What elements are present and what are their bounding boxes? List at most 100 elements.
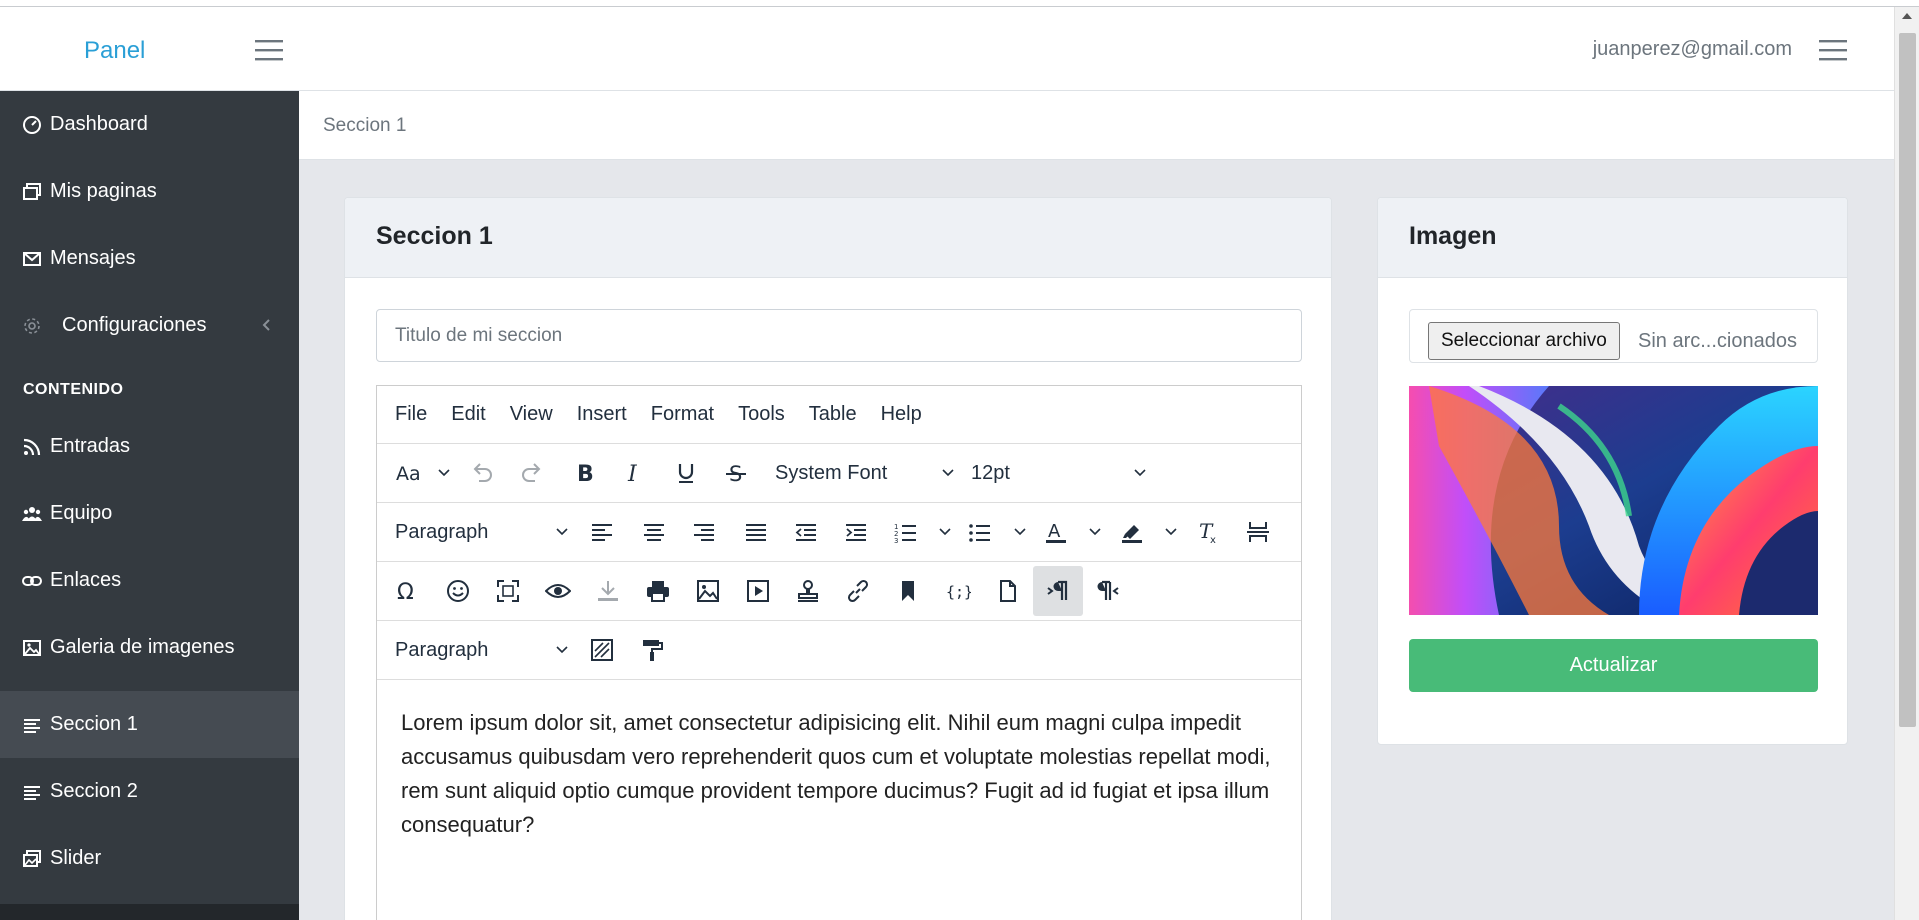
rtl-direction-button[interactable] xyxy=(1089,572,1127,610)
sidebar-item-entradas[interactable]: Entradas xyxy=(0,413,299,480)
bullet-list-icon xyxy=(969,524,990,542)
section-title-input[interactable] xyxy=(376,309,1302,362)
update-button[interactable]: Actualizar xyxy=(1409,639,1818,692)
block-format-value: Paragraph xyxy=(395,520,489,543)
menu-file[interactable]: File xyxy=(395,403,427,426)
align-center-button[interactable] xyxy=(635,513,673,551)
bullet-list-button[interactable] xyxy=(961,513,999,551)
sidebar-item-seccion-1[interactable]: Seccion 1 xyxy=(0,691,299,758)
chevron-down-icon[interactable] xyxy=(1013,525,1027,539)
sidebar-item-galeria[interactable]: Galeria de imagenes xyxy=(0,614,299,681)
sidebar-item-slider[interactable]: Slider xyxy=(0,825,299,892)
user-menu-button[interactable] xyxy=(1818,37,1848,63)
clear-formatting-button[interactable]: Tx xyxy=(1189,513,1227,551)
editor-content[interactable]: Lorem ipsum dolor sit, amet consectetur … xyxy=(401,706,1281,842)
menu-help[interactable]: Help xyxy=(881,403,922,426)
menu-insert[interactable]: Insert xyxy=(577,403,627,426)
insert-anchor-button[interactable] xyxy=(889,572,927,610)
chevron-down-icon[interactable] xyxy=(1164,525,1178,539)
undo-button[interactable] xyxy=(463,454,501,492)
brand-title[interactable]: Panel xyxy=(84,37,145,65)
sidebar-item-label: Entradas xyxy=(50,435,131,457)
align-justify-icon xyxy=(746,524,766,541)
font-family-select[interactable]: System Font xyxy=(775,454,955,492)
paragraph-ltr-icon xyxy=(1047,580,1068,600)
font-size-select[interactable]: 12pt xyxy=(971,454,1147,492)
italic-button[interactable]: I xyxy=(615,454,653,492)
file-input: Seleccionar archivo Sin arc...cionados xyxy=(1409,309,1818,363)
block-format-select-2[interactable]: Paragraph xyxy=(395,631,569,669)
align-right-button[interactable] xyxy=(685,513,723,551)
menu-tools[interactable]: Tools xyxy=(738,403,785,426)
images-icon xyxy=(22,849,42,869)
choose-file-button[interactable]: Seleccionar archivo xyxy=(1428,322,1620,360)
sidebar-item-label: Galeria de imagenes xyxy=(50,636,235,658)
block-format-value: Paragraph xyxy=(395,638,489,661)
menu-table[interactable]: Table xyxy=(809,403,857,426)
menu-format[interactable]: Format xyxy=(651,403,714,426)
sidebar-item-seccion-2[interactable]: Seccion 2 xyxy=(0,758,299,825)
user-email[interactable]: juanperez@gmail.com xyxy=(1593,38,1792,61)
chevron-down-icon[interactable] xyxy=(1088,525,1102,539)
scroll-up-arrow-icon[interactable] xyxy=(1902,13,1912,19)
strikethrough-button[interactable]: S xyxy=(717,454,755,492)
indent-button[interactable] xyxy=(837,513,875,551)
scroll-thumb[interactable] xyxy=(1899,33,1916,727)
editor-toolbar-row-4: Paragraph xyxy=(377,621,1301,680)
visual-blocks-button[interactable] xyxy=(583,631,621,669)
insert-template-button[interactable] xyxy=(789,572,827,610)
format-painter-button[interactable] xyxy=(633,631,671,669)
sidebar-item-mis-paginas[interactable]: Mis paginas xyxy=(0,158,299,225)
italic-icon: I xyxy=(627,462,638,486)
insert-media-button[interactable] xyxy=(739,572,777,610)
sidebar-item-configuraciones[interactable]: Configuraciones xyxy=(0,292,299,359)
special-character-button[interactable]: Ω xyxy=(389,572,427,610)
insert-link-button[interactable] xyxy=(839,572,877,610)
save-button[interactable] xyxy=(589,572,627,610)
align-left-button[interactable] xyxy=(583,513,621,551)
svg-text:3: 3 xyxy=(894,537,898,545)
highlight-color-button[interactable] xyxy=(1113,513,1151,551)
underline-button[interactable] xyxy=(667,454,705,492)
print-button[interactable] xyxy=(639,572,677,610)
sidebar-toggle-button[interactable] xyxy=(254,37,284,63)
menu-edit[interactable]: Edit xyxy=(451,403,485,426)
source-code-button[interactable]: {;} xyxy=(939,572,977,610)
fullscreen-button[interactable] xyxy=(489,572,527,610)
sidebar-item-equipo[interactable]: Equipo xyxy=(0,480,299,547)
envelope-icon xyxy=(22,249,42,269)
sidebar-item-label: Slider xyxy=(50,847,102,869)
insert-image-button[interactable] xyxy=(689,572,727,610)
sidebar-item-label: Dashboard xyxy=(50,113,148,135)
numbered-list-button[interactable]: 123 xyxy=(887,513,925,551)
bold-button[interactable]: B xyxy=(565,454,603,492)
sidebar-item-label: Seccion 2 xyxy=(50,780,138,802)
sidebar-item-label: Configuraciones xyxy=(62,314,207,336)
sidebar-item-enlaces[interactable]: Enlaces xyxy=(0,547,299,614)
preview-button[interactable] xyxy=(539,572,577,610)
page-break-button[interactable] xyxy=(1239,513,1277,551)
ltr-direction-button[interactable] xyxy=(1033,566,1083,616)
sidebar-item-mensajes[interactable]: Mensajes xyxy=(0,225,299,292)
new-document-button[interactable] xyxy=(989,572,1027,610)
align-justify-button[interactable] xyxy=(737,513,775,551)
sidebar-item-dashboard[interactable]: Dashboard xyxy=(0,91,299,158)
font-case-button[interactable]: Aa xyxy=(389,454,427,492)
svg-text:I: I xyxy=(627,462,638,486)
chevron-down-icon[interactable] xyxy=(437,466,451,480)
emoticons-button[interactable] xyxy=(439,572,477,610)
menu-view[interactable]: View xyxy=(510,403,553,426)
outdent-button[interactable] xyxy=(787,513,825,551)
redo-button[interactable] xyxy=(513,454,551,492)
text-color-icon: A xyxy=(1046,521,1066,543)
chevron-down-icon xyxy=(556,528,568,536)
chevron-left-icon xyxy=(262,319,270,331)
image-icon xyxy=(697,580,719,602)
gauge-icon xyxy=(22,115,42,135)
page-break-icon xyxy=(1247,522,1269,542)
text-color-button[interactable]: A xyxy=(1037,513,1075,551)
block-format-select[interactable]: Paragraph xyxy=(395,513,569,551)
page-scrollbar[interactable] xyxy=(1894,7,1919,920)
visual-blocks-icon xyxy=(591,639,613,661)
chevron-down-icon[interactable] xyxy=(938,525,952,539)
